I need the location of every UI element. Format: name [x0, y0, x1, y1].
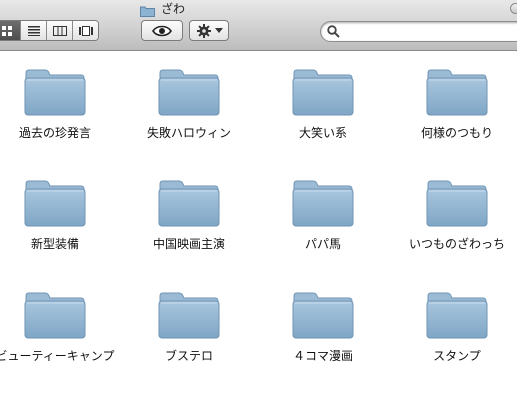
folder-label: いつものざわっち	[408, 237, 505, 251]
coverflow-view-button[interactable]	[73, 21, 98, 40]
folder-item[interactable]: パパ馬	[258, 178, 388, 252]
folder-label: ビューティーキャンプ	[0, 349, 115, 363]
action-menu-button[interactable]	[189, 20, 229, 41]
folder-label: スタンプ	[433, 349, 481, 363]
quick-look-button[interactable]	[141, 20, 183, 41]
folder-label: 新型装備	[30, 237, 79, 251]
folder-icon	[158, 69, 220, 116]
list-view-button[interactable]	[21, 21, 47, 40]
folder-item[interactable]: ビューティーキャンプ	[0, 290, 120, 364]
folder-icon	[24, 69, 86, 116]
folder-item[interactable]: ４コマ漫画	[258, 290, 388, 364]
folder-label: パパ馬	[304, 237, 341, 251]
icon-view-icon	[1, 25, 12, 36]
window-title-text: ざわ	[161, 1, 186, 16]
folder-icon	[292, 69, 354, 116]
folder-icon	[292, 292, 354, 339]
folder-item[interactable]: ブステロ	[124, 290, 254, 364]
folder-label: 過去の珍発言	[18, 126, 91, 140]
folder-label: ブステロ	[164, 349, 213, 363]
folder-label: 何様のつもり	[420, 126, 493, 140]
column-view-button[interactable]	[47, 21, 73, 40]
folder-icon	[158, 180, 220, 227]
search-icon	[327, 25, 340, 38]
folder-icon	[140, 2, 155, 17]
folder-item[interactable]: スタンプ	[392, 290, 517, 364]
folder-item[interactable]: いつものざわっち	[392, 178, 517, 252]
folder-icon	[24, 292, 86, 339]
folder-icon-grid: 過去の珍発言 失敗ハロウィン 大笑い系 何様のつもり新型装備 中国映画主演 パパ馬 いつもの…	[0, 51, 517, 406]
finder-window: ざわ 過去の珍発言 失敗ハロウィン 大笑い系 何様のつもり 新型装備 中国映画主…	[0, 0, 517, 406]
folder-label: 中国映画主演	[152, 237, 225, 251]
list-view-icon	[27, 25, 40, 36]
gear-icon	[196, 23, 211, 38]
folder-label: ４コマ漫画	[292, 349, 353, 363]
window-title: ざわ	[140, 0, 186, 17]
icon-view-button[interactable]	[0, 21, 21, 40]
folder-label: 失敗ハロウィン	[146, 126, 231, 140]
folder-icon	[426, 180, 488, 227]
folder-item[interactable]: 失敗ハロウィン	[124, 67, 254, 141]
folder-item[interactable]: 中国映画主演	[124, 178, 254, 252]
search-field[interactable]	[320, 21, 517, 42]
eye-icon	[152, 25, 172, 36]
folder-icon	[24, 180, 86, 227]
folder-icon	[292, 180, 354, 227]
chevron-down-icon	[214, 27, 223, 33]
folder-label: 大笑い系	[298, 126, 347, 140]
column-view-icon	[52, 25, 67, 36]
folder-item[interactable]: 新型装備	[0, 178, 120, 252]
view-mode-control[interactable]	[0, 20, 99, 41]
folder-icon	[426, 292, 488, 339]
coverflow-view-icon	[78, 25, 93, 36]
folder-icon	[158, 292, 220, 339]
folder-item[interactable]: 過去の珍発言	[0, 67, 120, 141]
window-control-button[interactable]	[510, 3, 517, 14]
folder-item[interactable]: 大笑い系	[258, 67, 388, 141]
toolbar: ざわ	[0, 0, 517, 51]
folder-item[interactable]: 何様のつもり	[392, 67, 517, 141]
folder-icon	[426, 69, 488, 116]
